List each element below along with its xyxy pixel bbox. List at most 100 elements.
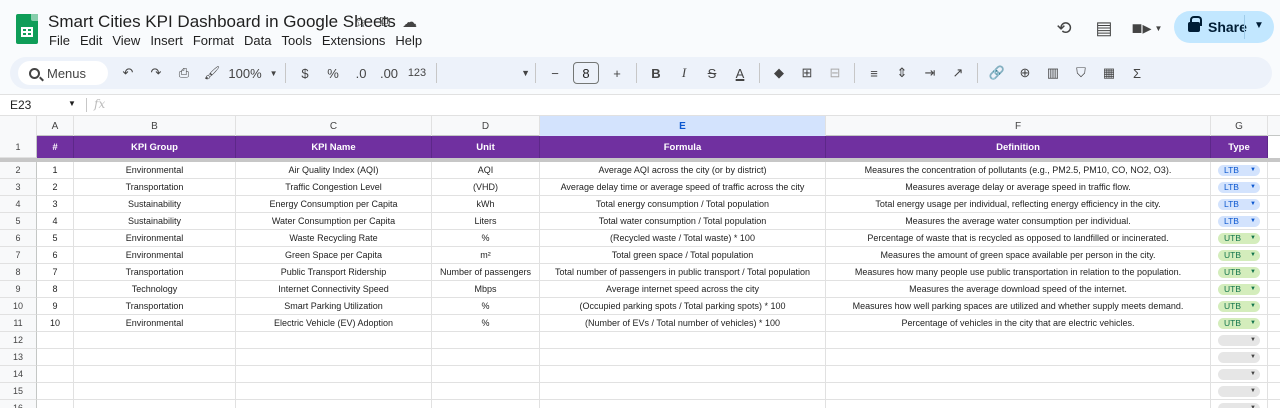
cell-g[interactable]: ▼ (1211, 383, 1268, 400)
cell-b[interactable]: Environmental (74, 162, 236, 179)
cell-g[interactable]: UTB ▼ (1211, 315, 1268, 332)
cell-f[interactable]: Measures the amount of green space avail… (826, 247, 1211, 264)
column-header-g[interactable]: G (1211, 116, 1268, 136)
cell-e[interactable] (540, 400, 826, 408)
cell-c[interactable] (236, 366, 432, 383)
cell-f[interactable]: Measures the average download speed of t… (826, 281, 1211, 298)
redo-icon[interactable]: ↷ (144, 61, 168, 85)
cell-b[interactable]: Technology (74, 281, 236, 298)
cell-b[interactable]: Transportation (74, 179, 236, 196)
cell-f[interactable] (826, 366, 1211, 383)
cell-b[interactable]: Transportation (74, 264, 236, 281)
insert-link-icon[interactable]: 🔗 (985, 61, 1009, 85)
cell-g[interactable]: LTB ▼ (1211, 196, 1268, 213)
column-header-d[interactable]: D (432, 116, 540, 136)
cell-c[interactable]: Green Space per Capita (236, 247, 432, 264)
functions-icon[interactable]: Σ (1125, 61, 1149, 85)
menu-format[interactable]: Format (193, 33, 234, 48)
cell-a[interactable]: 5 (37, 230, 74, 247)
cell-c[interactable] (236, 332, 432, 349)
cell-f[interactable] (826, 349, 1211, 366)
cell-g[interactable]: UTB ▼ (1211, 230, 1268, 247)
cell-d[interactable]: % (432, 298, 540, 315)
cell-c[interactable]: Public Transport Ridership (236, 264, 432, 281)
cell-a[interactable]: 10 (37, 315, 74, 332)
cell-d[interactable]: Liters (432, 213, 540, 230)
meet-video-icon[interactable]: ■▸ ▼ (1124, 8, 1170, 48)
cell-e[interactable]: (Recycled waste / Total waste) * 100 (540, 230, 826, 247)
row-number[interactable]: 15 (0, 383, 37, 400)
cell-f[interactable]: Measures average delay or average speed … (826, 179, 1211, 196)
currency-format-button[interactable]: $ (293, 61, 317, 85)
cell-f[interactable]: Measures the average water consumption p… (826, 213, 1211, 230)
cell-b[interactable] (74, 400, 236, 408)
cell-a[interactable]: 2 (37, 179, 74, 196)
cell-d[interactable]: AQI (432, 162, 540, 179)
more-formats-button[interactable]: 123 (405, 61, 429, 85)
menu-data[interactable]: Data (244, 33, 271, 48)
cell-e[interactable]: Average internet speed across the city (540, 281, 826, 298)
cell-c[interactable]: Electric Vehicle (EV) Adoption (236, 315, 432, 332)
cell-f[interactable] (826, 400, 1211, 408)
history-icon[interactable]: ⟲ (1044, 8, 1084, 48)
cell-b[interactable]: Environmental (74, 315, 236, 332)
name-box[interactable]: E23 ▼ (10, 98, 80, 112)
cell-c[interactable] (236, 400, 432, 408)
cell-c[interactable]: Smart Parking Utilization (236, 298, 432, 315)
vertical-align-icon[interactable]: ⇕ (890, 61, 914, 85)
row-number[interactable]: 4 (0, 196, 37, 213)
row-number[interactable]: 5 (0, 213, 37, 230)
menus-search[interactable]: Menus (18, 61, 108, 85)
cell-a[interactable]: 3 (37, 196, 74, 213)
header-cell[interactable]: KPI Group (74, 136, 236, 158)
cell-a[interactable]: 4 (37, 213, 74, 230)
type-dropdown-chip[interactable]: UTB ▼ (1218, 300, 1260, 312)
cell-a[interactable] (37, 383, 74, 400)
cell-a[interactable] (37, 349, 74, 366)
row-number[interactable]: 13 (0, 349, 37, 366)
cell-c[interactable]: Energy Consumption per Capita (236, 196, 432, 213)
star-icon[interactable]: ☆ (354, 13, 367, 31)
font-family-select[interactable]: ▼ (442, 61, 530, 85)
header-cell[interactable]: Definition (826, 136, 1211, 158)
document-title[interactable]: Smart Cities KPI Dashboard in Google She… (48, 12, 396, 32)
move-folder-icon[interactable]: ⧉ (379, 13, 390, 31)
cell-g[interactable]: ▼ (1211, 332, 1268, 349)
type-dropdown-chip[interactable]: UTB ▼ (1218, 283, 1260, 295)
increase-font-size-icon[interactable]: + (605, 61, 629, 85)
menu-insert[interactable]: Insert (150, 33, 183, 48)
type-dropdown-chip[interactable]: ▼ (1218, 334, 1260, 346)
cell-d[interactable]: % (432, 230, 540, 247)
row-number[interactable]: 6 (0, 230, 37, 247)
bold-icon[interactable]: B (644, 61, 668, 85)
column-header-a[interactable]: A (37, 116, 74, 136)
cell-f[interactable]: Measures how many people use public tran… (826, 264, 1211, 281)
cell-e[interactable]: (Occupied parking spots / Total parking … (540, 298, 826, 315)
header-cell[interactable]: Type (1211, 136, 1268, 158)
header-cell[interactable]: # (37, 136, 74, 158)
cell-d[interactable]: kWh (432, 196, 540, 213)
type-dropdown-chip[interactable]: UTB ▼ (1218, 249, 1260, 261)
merge-cells-icon[interactable]: ⊟ (823, 61, 847, 85)
row-number[interactable]: 7 (0, 247, 37, 264)
percent-format-button[interactable]: % (321, 61, 345, 85)
cell-b[interactable]: Environmental (74, 230, 236, 247)
cell-d[interactable] (432, 383, 540, 400)
header-cell[interactable]: Formula (540, 136, 826, 158)
undo-icon[interactable]: ↶ (116, 61, 140, 85)
column-header-f[interactable]: F (826, 116, 1211, 136)
cell-b[interactable]: Sustainability (74, 196, 236, 213)
cell-g[interactable]: LTB ▼ (1211, 162, 1268, 179)
cell-e[interactable]: Average AQI across the city (or by distr… (540, 162, 826, 179)
cell-g[interactable]: ▼ (1211, 400, 1268, 408)
sheets-logo-icon[interactable] (16, 14, 38, 44)
row-number[interactable]: 8 (0, 264, 37, 281)
row-number[interactable]: 3 (0, 179, 37, 196)
row-number[interactable]: 1 (0, 136, 37, 158)
fill-color-icon[interactable]: ◆ (767, 61, 791, 85)
row-number[interactable]: 10 (0, 298, 37, 315)
menu-view[interactable]: View (112, 33, 140, 48)
filter-icon[interactable]: ⛉ (1069, 61, 1093, 85)
paint-format-icon[interactable]: 🖌 (200, 61, 224, 85)
horizontal-align-icon[interactable]: ≡ (862, 61, 886, 85)
